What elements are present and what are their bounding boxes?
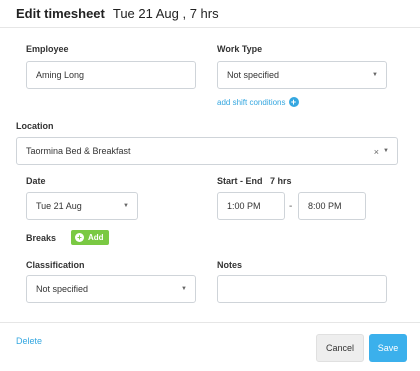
work-type-select[interactable]: Not specified ▼ (217, 61, 387, 89)
clear-icon[interactable]: × (374, 147, 379, 157)
add-break-label: Add (88, 233, 104, 242)
location-label: Location (16, 121, 54, 131)
classification-label: Classification (26, 260, 85, 270)
employee-label: Employee (26, 44, 69, 54)
plus-icon: + (75, 233, 84, 242)
modal-header: Edit timesheet Tue 21 Aug , 7 hrs (0, 0, 420, 28)
chevron-down-icon: ▼ (383, 148, 389, 154)
add-break-button[interactable]: + Add (71, 230, 109, 245)
employee-value: Aming Long (36, 70, 85, 80)
work-type-label: Work Type (217, 44, 263, 54)
date-label: Date (26, 176, 46, 186)
chevron-down-icon: ▼ (372, 72, 378, 78)
title-subtitle: Tue 21 Aug , 7 hrs (112, 6, 219, 21)
location-select[interactable]: Taormina Bed & Breakfast × ▼ (16, 137, 398, 165)
notes-input[interactable] (217, 275, 387, 303)
breaks-label: Breaks (26, 233, 57, 243)
time-separator: - (289, 201, 293, 212)
title-main: Edit timesheet (16, 6, 105, 21)
notes-label: Notes (217, 260, 243, 270)
work-type-value: Not specified (227, 70, 280, 80)
classification-select[interactable]: Not specified ▼ (26, 275, 196, 303)
start-end-label: Start - End 7 hrs (217, 176, 292, 186)
end-time-input[interactable]: 8:00 PM (298, 192, 366, 220)
classification-value: Not specified (36, 284, 89, 294)
footer-divider (0, 322, 420, 323)
start-time-input[interactable]: 1:00 PM (217, 192, 285, 220)
chevron-down-icon: ▼ (123, 203, 129, 209)
location-value: Taormina Bed & Breakfast (26, 146, 131, 156)
end-time-value: 8:00 PM (308, 201, 342, 211)
start-time-value: 1:00 PM (227, 201, 261, 211)
add-shift-conditions-link[interactable]: add shift conditions + (217, 97, 299, 107)
save-button[interactable]: Save (369, 334, 407, 362)
plus-circle-icon: + (288, 97, 299, 107)
delete-link[interactable]: Delete (16, 336, 42, 346)
start-end-label-text: Start - End (217, 176, 263, 186)
cancel-button[interactable]: Cancel (316, 334, 364, 362)
add-shift-conditions-label: add shift conditions (217, 97, 286, 107)
employee-input[interactable]: Aming Long (26, 61, 196, 89)
duration-text: 7 hrs (270, 176, 292, 186)
page-title: Edit timesheet Tue 21 Aug , 7 hrs (16, 6, 219, 21)
date-value: Tue 21 Aug (36, 201, 82, 211)
date-select[interactable]: Tue 21 Aug ▼ (26, 192, 138, 220)
chevron-down-icon: ▼ (181, 286, 187, 292)
